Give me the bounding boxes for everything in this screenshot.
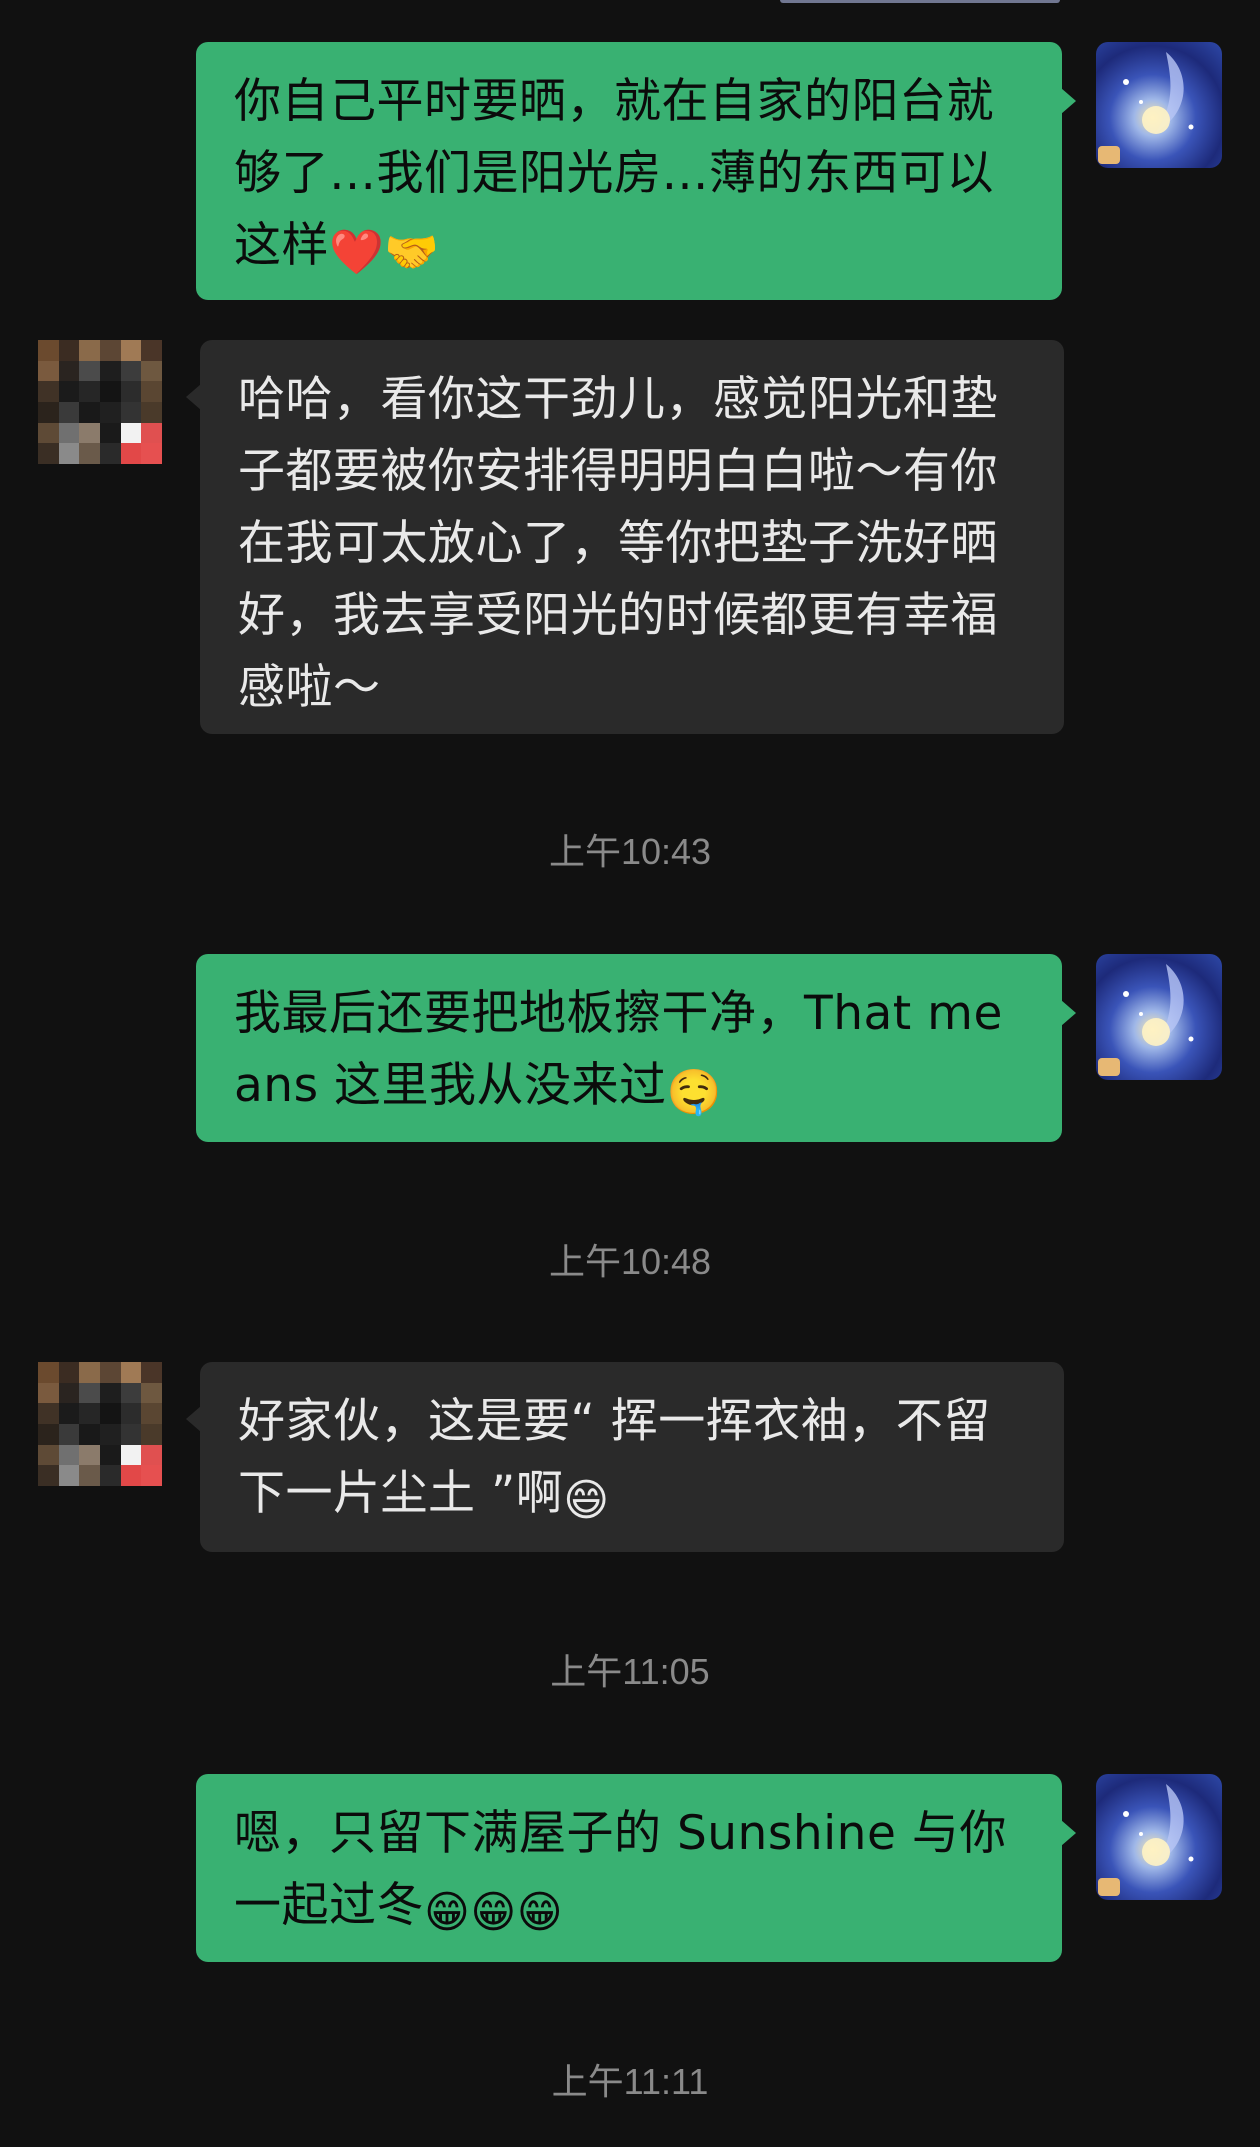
message-text: 哈哈，看你这干劲儿，感觉阳光和垫子都要被你安排得明明白白啦～有你在我可太放心了，…	[238, 372, 998, 715]
message-text: 嗯，只留下满屋子的 Sunshine 与你一起过冬	[234, 1806, 1007, 1933]
bubble-tail	[186, 384, 201, 410]
my-avatar-icon[interactable]	[1096, 954, 1222, 1080]
message-emoji: 🤤	[666, 1067, 722, 1118]
contact-avatar-icon[interactable]	[38, 340, 162, 464]
timestamp: 上午10:48	[548, 1241, 712, 1282]
my-avatar-icon[interactable]	[1096, 42, 1222, 168]
bubble-tail	[1061, 1000, 1076, 1026]
message-bubble-sent[interactable]: 我最后还要把地板擦干净，That means 这里我从没来过🤤	[196, 954, 1062, 1142]
bubble-tail	[1061, 88, 1076, 114]
message-bubble-received[interactable]: 好家伙，这是要“ 挥一挥衣袖，不留下一片尘土 ”啊😄	[200, 1362, 1064, 1552]
message-bubble-sent[interactable]: 你自己平时要晒，就在自家的阳台就够了…我们是阳光房…薄的东西可以这样❤️🤝	[196, 42, 1062, 300]
my-avatar-icon[interactable]	[1096, 1774, 1222, 1900]
timestamp: 上午10:43	[548, 831, 712, 872]
message-bubble-sent[interactable]: 嗯，只留下满屋子的 Sunshine 与你一起过冬😁😁😁	[196, 1774, 1062, 1962]
message-bubble-received[interactable]: 哈哈，看你这干劲儿，感觉阳光和垫子都要被你安排得明明白白啦～有你在我可太放心了，…	[200, 340, 1064, 734]
message-text: 好家伙，这是要“ 挥一挥衣袖，不留下一片尘土 ”啊	[238, 1394, 991, 1521]
message-emoji: 😄	[563, 1475, 610, 1526]
contact-avatar-icon[interactable]	[38, 1362, 162, 1486]
timestamp: 上午11:11	[551, 2061, 709, 2102]
message-emoji: 😁😁😁	[424, 1887, 564, 1938]
timestamp: 上午11:05	[550, 1651, 710, 1692]
bubble-tail	[186, 1406, 201, 1432]
bubble-tail	[1061, 1820, 1076, 1846]
message-text: 我最后还要把地板擦干净，That means 这里我从没来过	[234, 986, 1003, 1113]
previous-message-edge	[780, 0, 1060, 3]
message-emoji: ❤️🤝	[329, 227, 440, 278]
